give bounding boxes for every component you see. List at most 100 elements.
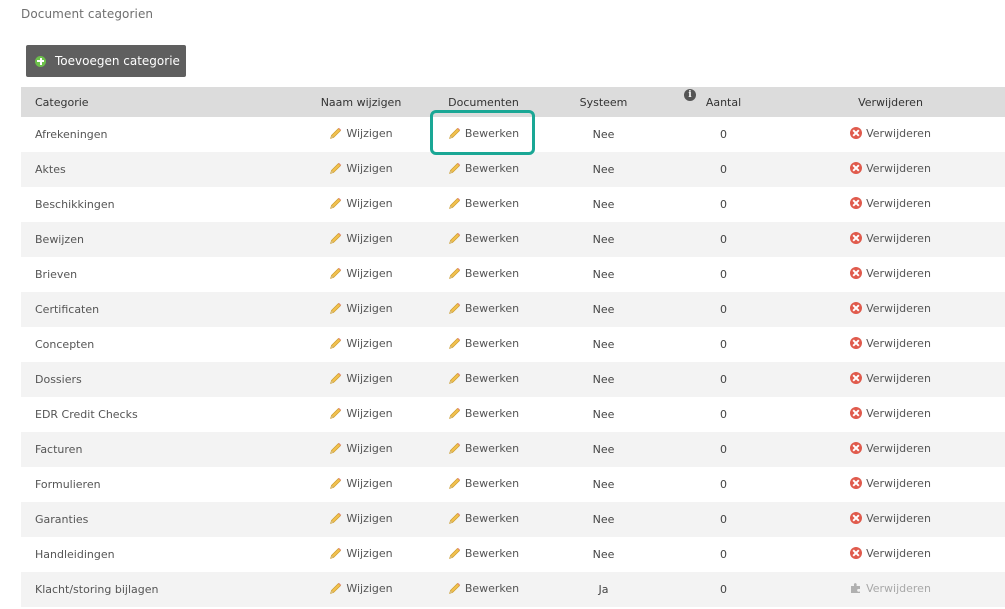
edit-documents-link[interactable]: Bewerken — [448, 337, 519, 350]
documents-cell: Bewerken — [431, 537, 536, 572]
edit-documents-link[interactable]: Bewerken — [448, 372, 519, 385]
table-row: Garanties Wijzigen Bewerken Nee 0 Verwij… — [21, 502, 1005, 537]
delete-link[interactable]: Verwijderen — [850, 162, 931, 175]
delete-link-label: Verwijderen — [866, 196, 931, 210]
edit-documents-link[interactable]: Bewerken — [448, 302, 519, 315]
edit-documents-link[interactable]: Bewerken — [448, 232, 519, 245]
edit-documents-link[interactable]: Bewerken — [448, 127, 519, 140]
column-header-documenten: Documenten — [431, 87, 536, 117]
rename-link[interactable]: Wijzigen — [329, 547, 393, 560]
rename-link-label: Wijzigen — [346, 231, 393, 245]
edit-documents-link[interactable]: Bewerken — [448, 267, 519, 280]
system-cell: Nee — [536, 117, 671, 152]
rename-cell: Wijzigen — [291, 187, 431, 222]
category-name-text: Certificaten — [35, 303, 100, 316]
rename-link[interactable]: Wijzigen — [329, 197, 393, 210]
rename-link[interactable]: Wijzigen — [329, 337, 393, 350]
edit-documents-link[interactable]: Bewerken — [448, 582, 519, 595]
rename-link[interactable]: Wijzigen — [329, 231, 393, 245]
delete-link[interactable]: Verwijderen — [850, 302, 931, 315]
delete-link-label: Verwijderen — [866, 476, 931, 490]
column-header-categorie[interactable]: Categorie — [21, 87, 291, 117]
edit-documents-label: Bewerken — [464, 371, 520, 385]
edit-documents-label: Bewerken — [464, 126, 520, 140]
category-name: Garanties — [21, 502, 291, 537]
rename-link[interactable]: Wijzigen — [329, 267, 393, 280]
delete-x-icon — [850, 477, 863, 490]
rename-link[interactable]: Wijzigen — [329, 512, 393, 525]
pencil-icon — [448, 407, 461, 419]
rename-link[interactable]: Wijzigen — [329, 407, 393, 420]
documents-cell: Bewerken — [431, 292, 536, 327]
delete-cell: Verwijderen — [776, 292, 1005, 327]
system-cell: Nee — [536, 257, 671, 292]
edit-documents-link[interactable]: Bewerken — [448, 512, 519, 525]
edit-documents-label: Bewerken — [464, 511, 520, 525]
count-cell: 0 — [671, 362, 776, 397]
rename-link[interactable]: Wijzigen — [329, 477, 393, 490]
pencil-icon — [330, 442, 342, 454]
edit-documents-label: Bewerken — [464, 266, 520, 280]
delete-link[interactable]: Verwijderen — [850, 232, 931, 245]
category-name: Certificaten — [21, 292, 291, 327]
delete-link-label: Verwijderen — [866, 126, 931, 140]
delete-link-label: Verwijderen — [866, 161, 931, 175]
rename-link[interactable]: Wijzigen — [329, 126, 393, 140]
table-row: Klacht/storing bijlagen Wijzigen Bewerke… — [21, 572, 1005, 607]
rename-link[interactable]: Wijzigen — [329, 372, 393, 385]
edit-documents-link[interactable]: Bewerken — [448, 162, 519, 175]
delete-link[interactable]: Verwijderen — [850, 477, 931, 490]
column-header-verwijderen: Verwijderen — [776, 87, 1005, 117]
delete-link[interactable]: Verwijderen — [850, 127, 931, 140]
info-icon[interactable]: i — [684, 89, 696, 101]
delete-link[interactable]: Verwijderen — [850, 512, 931, 525]
pencil-icon — [448, 512, 461, 524]
delete-x-icon — [850, 267, 863, 280]
delete-link-label: Verwijderen — [866, 511, 931, 525]
rename-link[interactable]: Wijzigen — [329, 162, 393, 175]
rename-link[interactable]: Wijzigen — [329, 442, 393, 455]
delete-link[interactable]: Verwijderen — [850, 197, 931, 210]
table-row: Handleidingen Wijzigen Bewerken Nee 0 Ve… — [21, 537, 1005, 572]
edit-documents-link[interactable]: Bewerken — [448, 477, 519, 490]
delete-cell: Verwijderen — [776, 187, 1005, 222]
edit-documents-label: Bewerken — [464, 546, 520, 560]
documents-cell: Bewerken — [431, 257, 536, 292]
rename-cell: Wijzigen — [291, 502, 431, 537]
category-name: Concepten — [21, 327, 291, 362]
delete-link[interactable]: Verwijderen — [850, 372, 931, 385]
rename-link-label: Wijzigen — [346, 126, 393, 140]
delete-link[interactable]: Verwijderen — [850, 407, 931, 420]
delete-link-label: Verwijderen — [866, 266, 931, 280]
category-name: Afrekeningen — [21, 117, 291, 152]
delete-link[interactable]: Verwijderen — [850, 547, 931, 560]
delete-x-icon — [850, 232, 863, 245]
pencil-icon — [330, 337, 342, 349]
categories-table: Categorie Naam wijzigen Documenten Syste… — [21, 87, 1005, 607]
system-cell: Nee — [536, 432, 671, 467]
category-name-text: Afrekeningen — [35, 128, 108, 141]
rename-link[interactable]: Wijzigen — [329, 302, 393, 315]
pencil-icon — [448, 477, 461, 489]
edit-documents-link[interactable]: Bewerken — [448, 197, 519, 210]
delete-link-label: Verwijderen — [866, 231, 931, 245]
delete-link[interactable]: Verwijderen — [850, 267, 931, 280]
rename-cell: Wijzigen — [291, 432, 431, 467]
pencil-icon — [448, 337, 461, 349]
column-header-systeem[interactable]: Systeem — [536, 87, 671, 117]
category-name: Klacht/storing bijlagen — [21, 572, 291, 607]
table-row: Certificaten Wijzigen Bewerken Nee 0 Ver… — [21, 292, 1005, 327]
system-cell: Nee — [536, 152, 671, 187]
edit-documents-link[interactable]: Bewerken — [448, 547, 519, 560]
delete-link[interactable]: Verwijderen — [850, 337, 931, 350]
edit-documents-link[interactable]: Bewerken — [448, 407, 519, 420]
delete-link-label: Verwijderen — [866, 441, 931, 455]
edit-documents-label: Bewerken — [464, 161, 520, 175]
pencil-icon — [330, 477, 342, 489]
edit-documents-link[interactable]: Bewerken — [448, 442, 519, 455]
rename-link[interactable]: Wijzigen — [329, 582, 393, 595]
pencil-icon — [330, 372, 342, 384]
system-cell: Ja — [536, 572, 671, 607]
delete-link[interactable]: Verwijderen — [850, 442, 931, 455]
add-category-button[interactable]: Toevoegen categorie — [26, 45, 186, 77]
